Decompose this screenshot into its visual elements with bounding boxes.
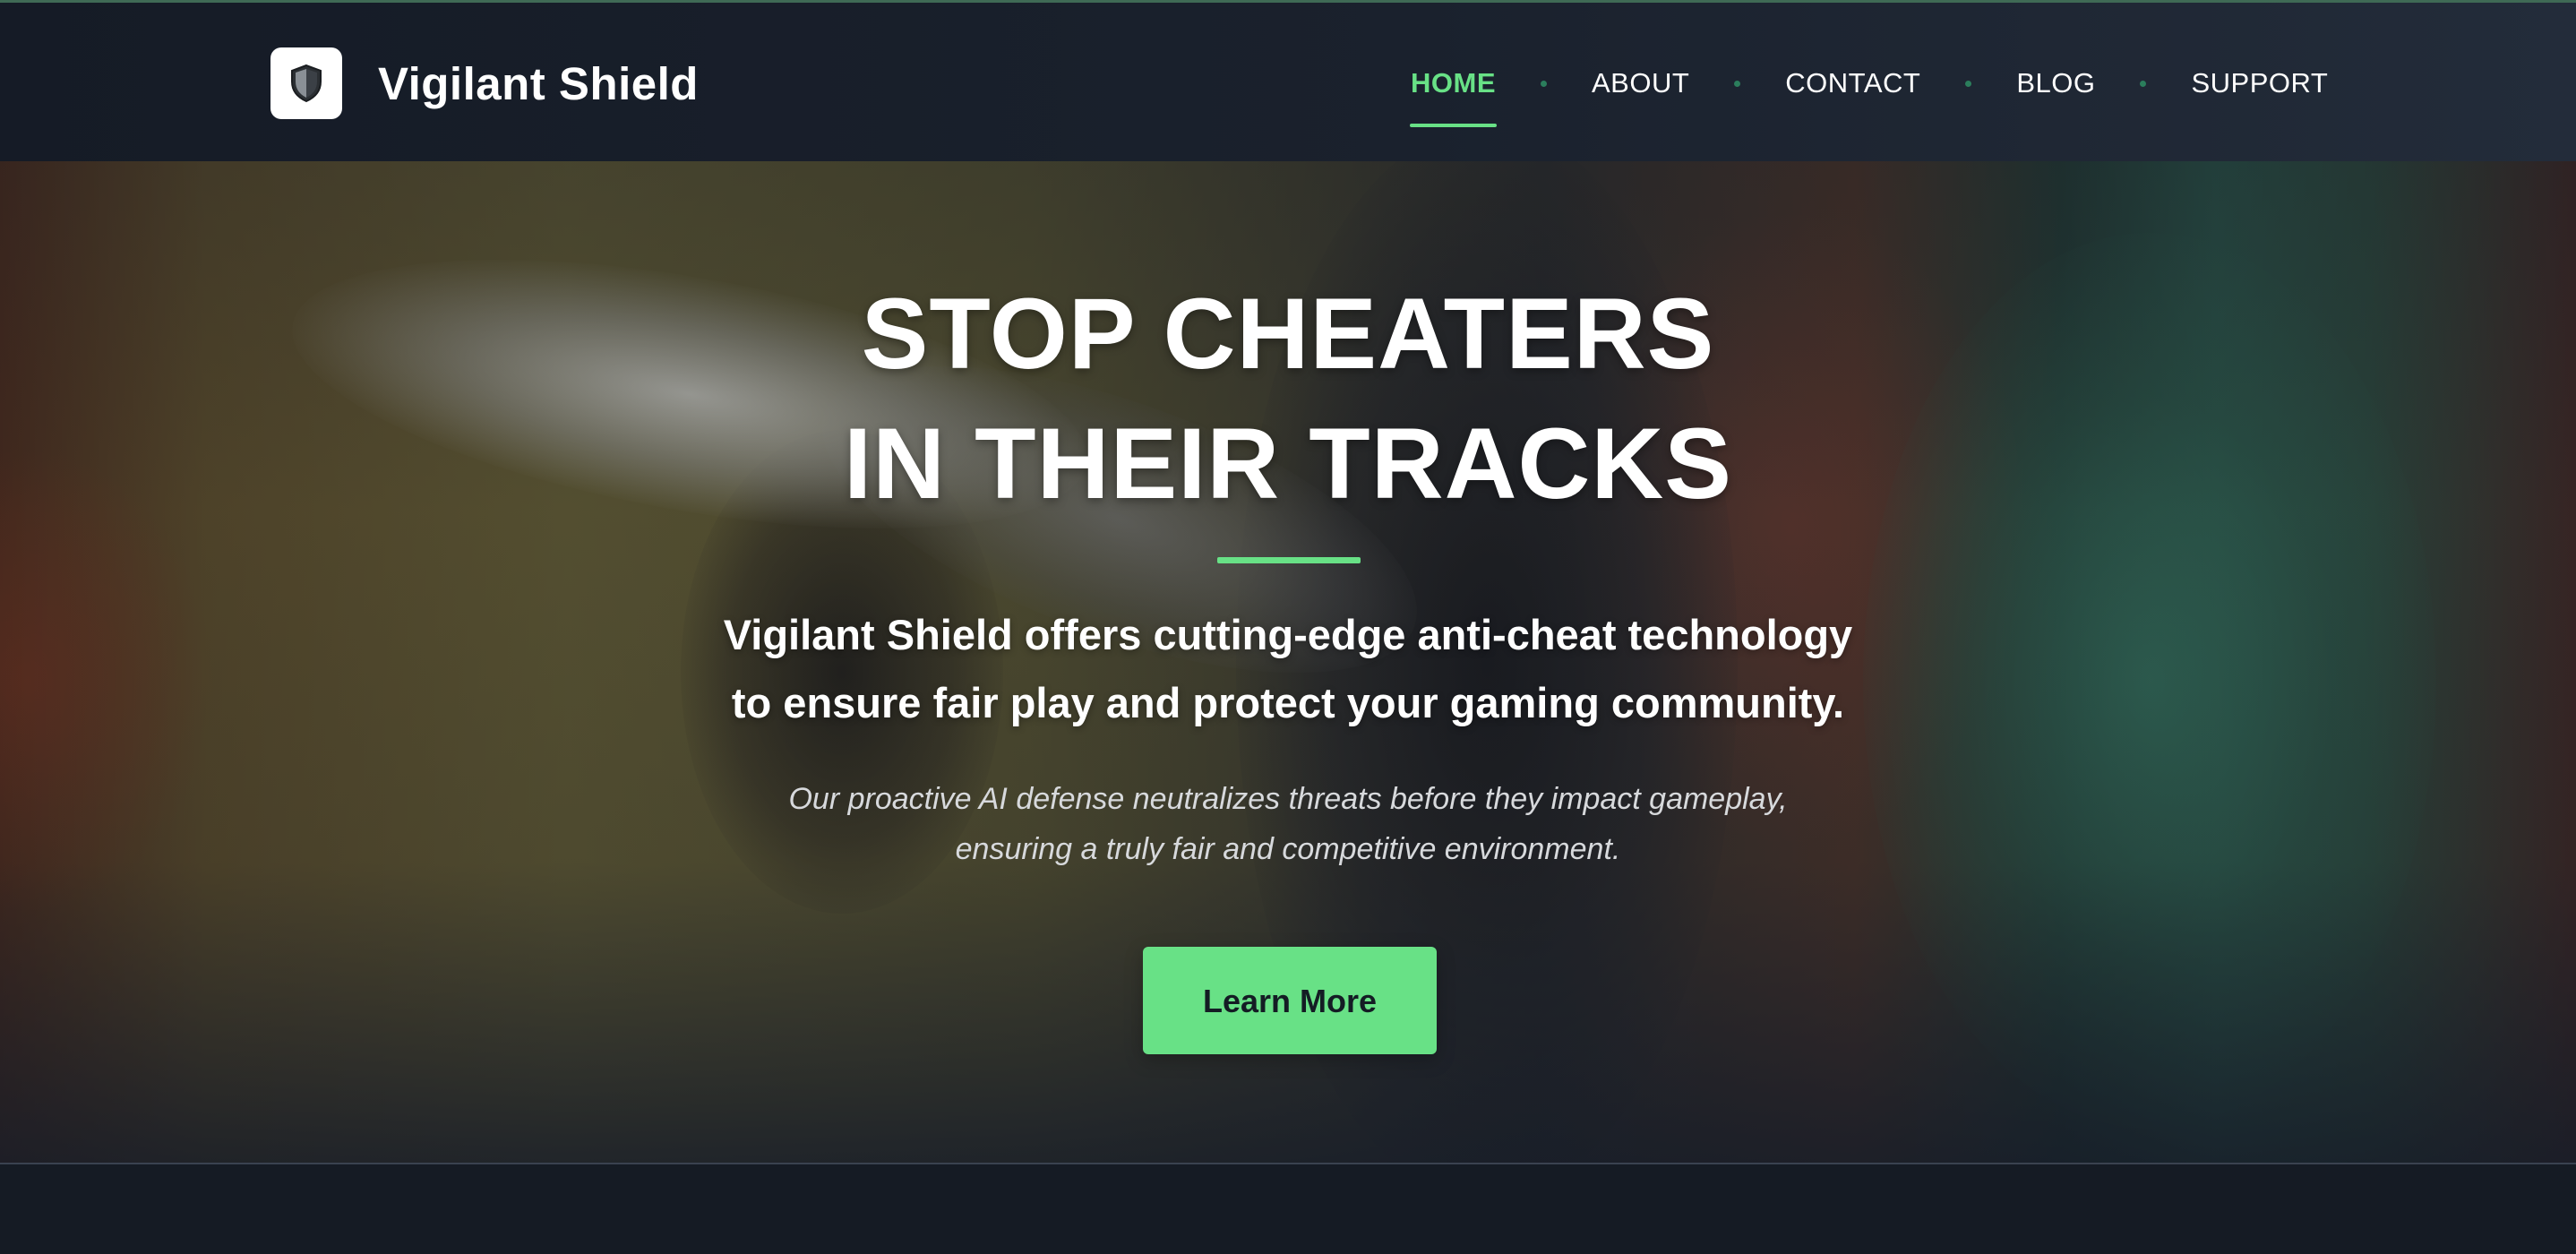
nav-item-support[interactable]: SUPPORT	[2177, 3, 2341, 164]
nav-separator-dot	[1965, 80, 1972, 87]
nav-item-about[interactable]: ABOUT	[1578, 3, 1703, 164]
nav-item-blog[interactable]: BLOG	[2003, 3, 2108, 164]
hero-subheadline: to ensure fair play and protect your gam…	[731, 679, 1845, 726]
hero-description: Our proactive AI defense neutralizes thr…	[788, 782, 1788, 816]
hero-headline: IN THEIR TRACKS	[844, 408, 1732, 520]
next-section	[0, 1163, 2576, 1254]
main-nav: HOME ABOUT CONTACT BLOG SUPPORT	[1397, 3, 2341, 164]
nav-item-contact[interactable]: CONTACT	[1772, 3, 1934, 164]
headline-divider	[1217, 557, 1361, 563]
hero-headline: STOP CHEATERS	[861, 278, 1715, 390]
hero-section: STOP CHEATERS IN THEIR TRACKS Vigilant S…	[0, 161, 2576, 1163]
logo[interactable]	[270, 47, 342, 119]
brand-name[interactable]: Vigilant Shield	[378, 53, 699, 116]
nav-separator-dot	[1734, 80, 1741, 87]
nav-separator-dot	[1541, 80, 1547, 87]
hero-subheadline: Vigilant Shield offers cutting-edge anti…	[723, 611, 1853, 658]
nav-separator-dot	[2140, 80, 2147, 87]
learn-more-button[interactable]: Learn More	[1143, 947, 1437, 1054]
site-header: Vigilant Shield HOME ABOUT CONTACT BLOG …	[0, 0, 2576, 161]
hero-description: ensuring a truly fair and competitive en…	[955, 832, 1621, 866]
nav-item-home[interactable]: HOME	[1397, 3, 1509, 164]
shield-icon	[291, 64, 322, 103]
